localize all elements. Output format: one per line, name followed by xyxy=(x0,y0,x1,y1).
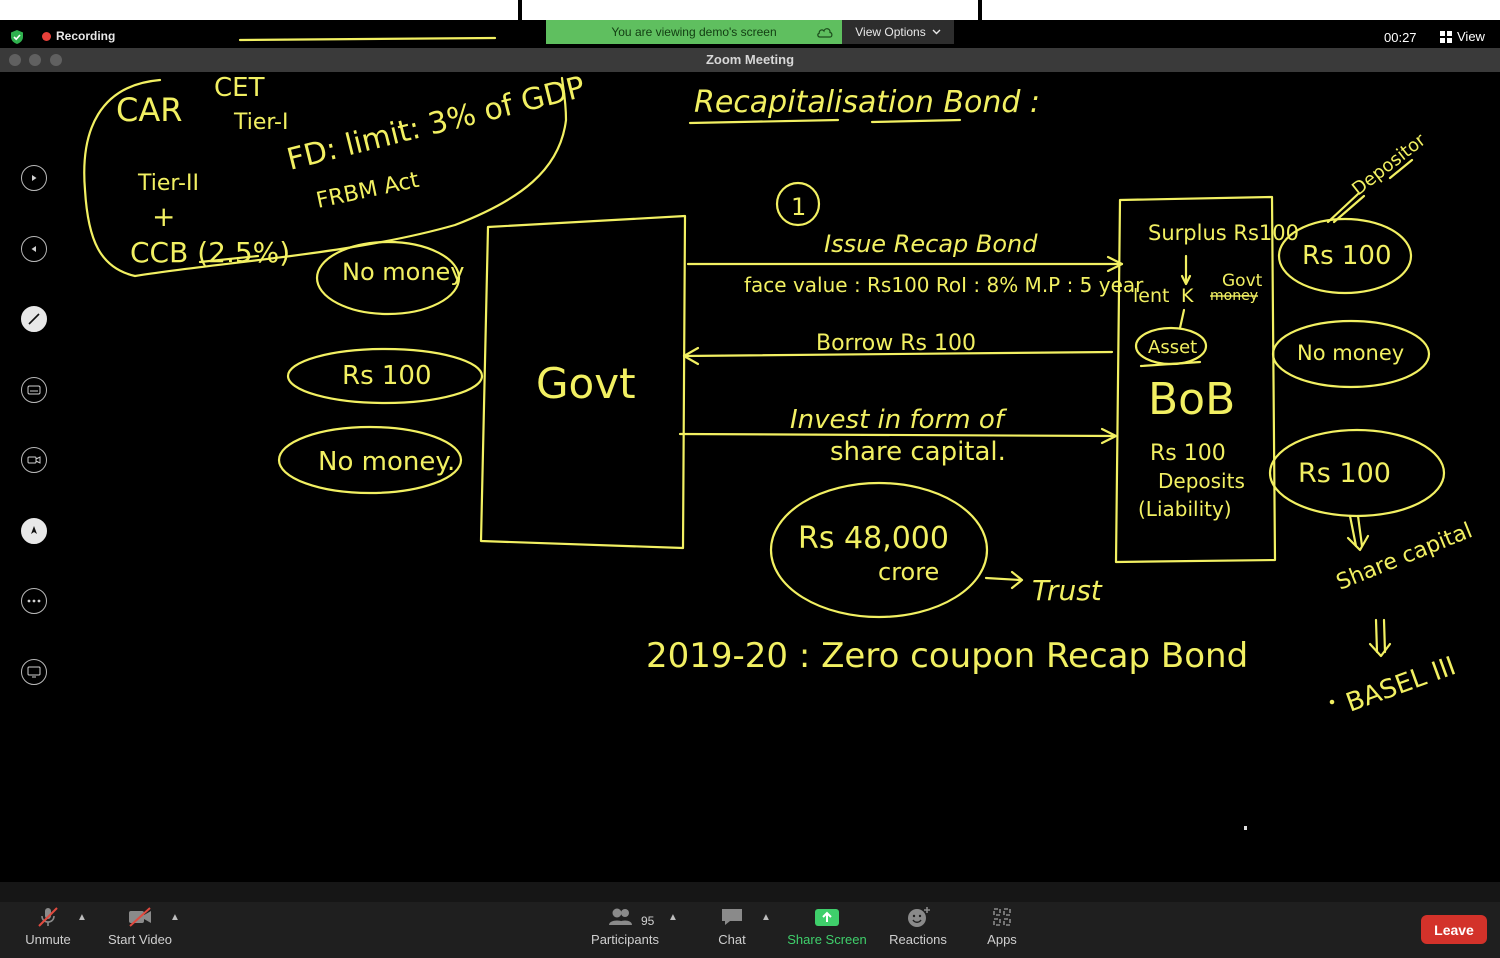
crore-unit-text: crore xyxy=(878,558,939,586)
unmute-label: Unmute xyxy=(25,932,71,947)
fd-limit-text: FD: limit: 3% of GDP xyxy=(283,70,588,178)
apps-icon xyxy=(993,908,1011,926)
left-oval-2-text: Rs 100 xyxy=(342,361,432,391)
right-oval-3-text: Rs 100 xyxy=(1298,458,1391,489)
cet-text: CET xyxy=(214,73,265,103)
unmute-options-caret[interactable]: ▲ xyxy=(77,912,87,923)
participants-icon xyxy=(609,908,632,925)
arrow2-label: Borrow Rs 100 xyxy=(816,331,976,356)
chat-options-caret[interactable]: ▲ xyxy=(761,912,771,923)
trust-text: Trust xyxy=(1032,574,1103,607)
play-next-icon[interactable] xyxy=(21,165,47,191)
face-value-text: face value : Rs100 RoI : 8% M.P : 5 year xyxy=(744,273,1144,297)
reactions-button[interactable]: Reactions xyxy=(886,905,950,947)
heading-text: Recapitalisation Bond : xyxy=(694,85,1040,120)
tier1-text: Tier-I xyxy=(233,110,288,135)
play-prev-icon[interactable] xyxy=(21,236,47,262)
more-icon[interactable] xyxy=(21,588,47,614)
video-off-icon xyxy=(129,907,151,927)
reactions-label: Reactions xyxy=(889,932,947,947)
camera-icon[interactable] xyxy=(21,447,47,473)
bank-money-struck-text: money xyxy=(1210,288,1258,304)
depositor-text: Depositor xyxy=(1348,129,1430,200)
bank-asset-text: Asset xyxy=(1148,337,1197,358)
tier2-text: Tier-II xyxy=(137,171,199,196)
video-options-caret[interactable]: ▲ xyxy=(170,912,180,923)
share-screen-button[interactable]: Share Screen xyxy=(784,905,870,947)
leave-button[interactable]: Leave xyxy=(1421,915,1487,944)
unmute-button[interactable]: Unmute xyxy=(18,905,78,947)
right-oval-1-text: Rs 100 xyxy=(1302,241,1392,271)
share-screen-label: Share Screen xyxy=(787,932,867,947)
bank-name-text: BoB xyxy=(1148,374,1235,425)
reactions-icon xyxy=(908,907,930,927)
whiteboard-text: Recapitalisation Bond : CAR CET Tier-I T… xyxy=(116,70,1476,719)
bank-k-text: K xyxy=(1181,285,1194,307)
frbm-text: FRBM Act xyxy=(314,168,422,214)
start-video-button[interactable]: Start Video xyxy=(104,905,176,947)
share-capital-text: Share capital xyxy=(1333,518,1476,595)
plus-text: + xyxy=(152,200,175,233)
microphone-muted-icon xyxy=(38,907,58,927)
apps-button[interactable]: Apps xyxy=(982,905,1022,947)
govt-text: Govt xyxy=(536,359,636,408)
participants-label: Participants xyxy=(591,932,659,947)
left-oval-1-text: No money xyxy=(342,258,465,286)
participants-options-caret[interactable]: ▲ xyxy=(668,912,678,923)
arrow3-line1: Invest in form of xyxy=(790,405,1008,435)
crore-amount-text: Rs 48,000 xyxy=(798,521,949,556)
arrow1-label: Issue Recap Bond xyxy=(824,230,1038,258)
chat-icon xyxy=(722,909,742,925)
participants-count: 95 xyxy=(641,914,655,928)
bank-lent-text: lent xyxy=(1133,285,1169,307)
car-text: CAR xyxy=(116,91,182,129)
chat-label: Chat xyxy=(718,932,746,947)
caption-icon[interactable] xyxy=(21,377,47,403)
chat-button[interactable]: Chat xyxy=(710,905,754,947)
bottom-line-text: 2019-20 : Zero coupon Recap Bond xyxy=(646,636,1248,676)
step-number-text: 1 xyxy=(791,193,806,221)
screen-share-icon[interactable] xyxy=(21,659,47,685)
apps-label: Apps xyxy=(987,932,1017,947)
arrow3-line2: share capital. xyxy=(830,437,1006,467)
left-oval-3-text: No money. xyxy=(318,447,455,477)
bank-liability-text: (Liability) xyxy=(1138,497,1232,521)
bank-deposits-text: Deposits xyxy=(1158,469,1245,493)
mouse-cursor xyxy=(1244,826,1247,830)
compass-icon[interactable] xyxy=(21,518,47,544)
share-screen-icon xyxy=(815,909,839,926)
start-video-label: Start Video xyxy=(107,932,173,947)
bank-surplus-text: Surplus Rs100 xyxy=(1148,221,1299,245)
bank-deposits-amount-text: Rs 100 xyxy=(1150,441,1226,466)
basel-text: BASEL III xyxy=(1342,651,1460,718)
right-oval-2-text: No money xyxy=(1297,341,1404,365)
ccb-text: CCB (2.5%) xyxy=(130,236,290,269)
pen-tool-icon[interactable] xyxy=(21,306,47,332)
